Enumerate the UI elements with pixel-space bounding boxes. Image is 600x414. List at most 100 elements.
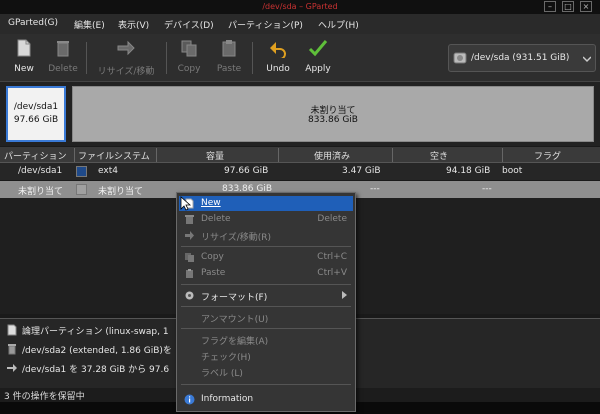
operation-text: 論理パーティション (linux-swap, 1 <box>22 327 169 337</box>
cell-partition: /dev/sda1 <box>18 166 63 176</box>
menu-item-shortcut: Ctrl+C <box>317 252 347 262</box>
undo-icon <box>270 42 286 58</box>
resize-move-button[interactable]: リサイズ/移動 <box>92 38 160 78</box>
header-free[interactable]: 空き <box>430 149 448 162</box>
trash-icon <box>185 215 194 224</box>
menu-item-delete[interactable]: Delete Delete <box>179 212 353 227</box>
menu-separator <box>181 384 351 385</box>
undo-button[interactable]: Undo <box>262 38 294 78</box>
submenu-arrow-icon <box>342 291 347 299</box>
cell-size: 97.66 GiB <box>224 166 269 176</box>
column-separator <box>74 148 75 162</box>
resize-arrow-icon <box>7 364 17 372</box>
menu-item-paste[interactable]: Paste Ctrl+V <box>179 266 353 281</box>
toolbar-separator <box>252 42 253 74</box>
menu-separator <box>181 284 351 285</box>
cell-partition: 未割り当て <box>18 187 64 197</box>
copy-icon <box>181 40 197 57</box>
copy-icon <box>185 253 194 262</box>
menu-item-label: リサイズ/移動(R) <box>201 233 272 243</box>
info-icon <box>184 394 195 405</box>
column-separator <box>502 148 503 162</box>
header-flags[interactable]: フラグ <box>534 149 561 162</box>
header-filesystem[interactable]: ファイルシステム <box>78 149 150 162</box>
menu-item-resize-move[interactable]: リサイズ/移動(R) <box>179 228 353 243</box>
window-title: /dev/sda – GParted <box>262 2 338 11</box>
menu-item-label: Information <box>201 394 254 404</box>
menu-item-new[interactable]: New <box>179 196 353 211</box>
copy-label: Copy <box>177 64 201 74</box>
new-button[interactable]: New <box>8 38 40 78</box>
header-size[interactable]: 容量 <box>206 149 224 162</box>
menu-partition[interactable]: パーティション(P) <box>228 18 303 31</box>
new-file-icon <box>17 39 31 57</box>
menu-item-label-partition[interactable]: ラベル (L) <box>179 364 353 379</box>
menu-item-label: Delete <box>201 214 231 224</box>
clipboard-icon <box>222 40 236 57</box>
menu-device[interactable]: デバイス(D) <box>164 18 214 31</box>
header-partition[interactable]: パーティション <box>4 149 66 162</box>
menu-view[interactable]: 表示(V) <box>118 18 149 31</box>
partition-name: /dev/sda1 <box>13 102 59 112</box>
delete-button[interactable]: Delete <box>44 38 82 78</box>
maximize-icon[interactable]: □ <box>562 1 574 12</box>
apply-button[interactable]: Apply <box>300 38 336 78</box>
menu-item-unmount[interactable]: アンマウント(U) <box>179 310 353 325</box>
disk-map-partition-sda1[interactable]: /dev/sda1 97.66 GiB <box>6 86 66 142</box>
filesystem-color-swatch <box>76 184 87 195</box>
resize-arrow-icon <box>117 40 135 56</box>
cell-free: 94.18 GiB <box>446 166 491 176</box>
cell-filesystem: 未割り当て <box>98 187 144 197</box>
minimize-icon[interactable]: – <box>544 1 556 12</box>
menu-separator <box>181 246 351 247</box>
menu-gparted[interactable]: GParted(G) <box>8 18 58 28</box>
device-selector[interactable]: /dev/sda (931.51 GiB) <box>448 44 596 72</box>
column-separator <box>392 148 393 162</box>
partition-table-header: パーティション ファイルシステム 容量 使用済み 空き フラグ <box>0 147 600 163</box>
header-used[interactable]: 使用済み <box>314 149 350 162</box>
chevron-down-icon <box>583 56 591 63</box>
disk-map-unallocated[interactable]: 未割り当て 833.86 GiB <box>72 86 594 142</box>
cell-filesystem: ext4 <box>98 166 118 176</box>
paste-button[interactable]: Paste <box>212 38 246 78</box>
menu-item-copy[interactable]: Copy Ctrl+C <box>179 250 353 265</box>
status-text: 3 件の操作を保留中 <box>4 392 85 402</box>
menu-item-label: New <box>201 198 221 208</box>
menu-separator <box>181 306 351 307</box>
copy-button[interactable]: Copy <box>172 38 206 78</box>
menu-item-label: フラグを編集(A) <box>201 337 269 347</box>
delete-label: Delete <box>48 64 78 74</box>
menu-item-label: Paste <box>201 268 226 278</box>
paste-label: Paste <box>216 64 242 74</box>
operation-text: /dev/sda1 を 37.28 GiB から 97.6 <box>22 365 170 375</box>
hard-disk-icon <box>453 52 467 64</box>
context-menu: New Delete Delete リサイズ/移動(R) Copy Ctrl+C… <box>176 192 356 412</box>
menu-item-shortcut: Delete <box>317 214 347 224</box>
menu-item-check[interactable]: チェック(H) <box>179 348 353 363</box>
column-separator <box>278 148 279 162</box>
menu-help[interactable]: ヘルプ(H) <box>318 18 359 31</box>
menu-item-label: Copy <box>201 252 224 262</box>
menu-item-shortcut: Ctrl+V <box>317 268 347 278</box>
menu-edit[interactable]: 編集(E) <box>74 18 105 31</box>
menu-item-information[interactable]: Information <box>179 392 353 407</box>
close-icon[interactable]: × <box>580 1 592 12</box>
resize-label: リサイズ/移動 <box>97 67 155 77</box>
new-partition-icon <box>7 324 17 336</box>
menu-separator <box>181 328 351 329</box>
cell-used: --- <box>370 184 380 194</box>
cell-free: --- <box>482 184 492 194</box>
menu-item-edit-flags[interactable]: フラグを編集(A) <box>179 332 353 347</box>
column-separator <box>156 148 157 162</box>
menu-item-label: ラベル (L) <box>201 369 243 379</box>
filesystem-color-swatch <box>76 166 87 177</box>
cell-flags: boot <box>502 166 523 176</box>
table-row[interactable]: /dev/sda1 ext4 97.66 GiB 3.47 GiB 94.18 … <box>0 163 600 180</box>
cell-used: 3.47 GiB <box>342 166 381 176</box>
format-icon <box>185 291 194 300</box>
menu-item-label: アンマウント(U) <box>201 315 269 325</box>
toolbar-separator <box>166 42 167 74</box>
disk-map: /dev/sda1 97.66 GiB 未割り当て 833.86 GiB <box>0 82 600 146</box>
menu-item-format[interactable]: フォーマット(F) <box>179 288 353 303</box>
checkmark-icon <box>308 40 328 57</box>
